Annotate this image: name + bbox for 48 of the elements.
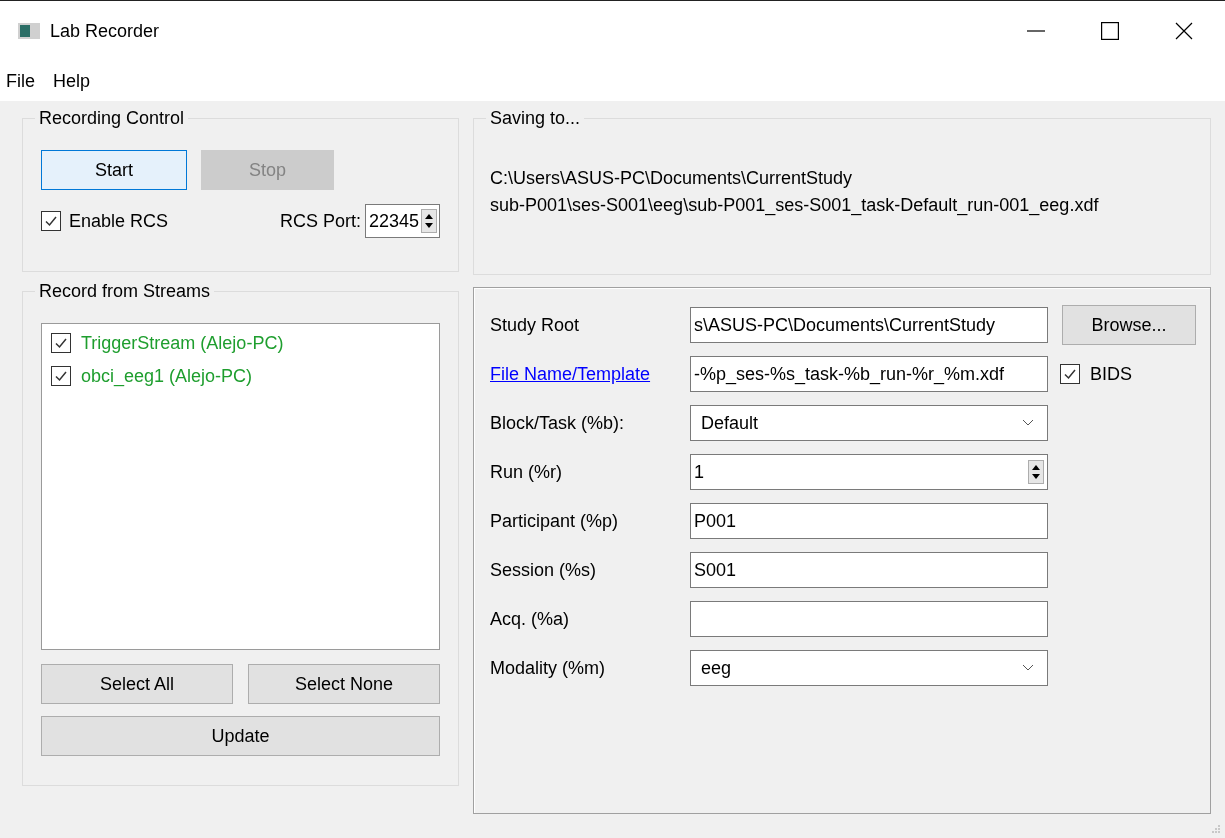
field-label: Session (%s) bbox=[490, 559, 597, 580]
save-path: sub-P001\ses-S001\eeg\sub-P001_ses-S001_task-Default_run-001_eeg.xdf bbox=[490, 194, 1100, 218]
template-link[interactable]: File Name/Template bbox=[490, 363, 651, 384]
checkmark-icon bbox=[1063, 367, 1077, 381]
field-label: Acq. (%a) bbox=[490, 608, 570, 629]
menu-item[interactable]: Help bbox=[53, 67, 91, 95]
field-label: Participant (%p) bbox=[490, 510, 619, 531]
select-button[interactable]: Select None bbox=[248, 664, 440, 704]
stream-label[interactable]: obci_eeg1 (Alejo-PC) bbox=[81, 366, 253, 386]
field-label: Study Root bbox=[490, 314, 580, 335]
update-button[interactable]: Update bbox=[41, 716, 440, 756]
spinbox[interactable]: 1 bbox=[690, 454, 1048, 490]
input-field[interactable]: s\ASUS-PC\Documents\CurrentStudy bbox=[690, 307, 1048, 343]
dropdown[interactable]: Default bbox=[690, 405, 1048, 441]
spin-arrows-icon[interactable] bbox=[1028, 460, 1044, 484]
field-label: Modality (%m) bbox=[490, 657, 605, 678]
port-label: RCS Port: bbox=[279, 209, 361, 233]
checkbox[interactable] bbox=[51, 366, 71, 386]
spin-arrows-icon[interactable] bbox=[421, 209, 437, 233]
input-field[interactable]: P001 bbox=[690, 503, 1048, 539]
start-button[interactable]: Start bbox=[41, 150, 187, 190]
window-title: Lab Recorder bbox=[50, 19, 160, 43]
checkbox[interactable] bbox=[41, 211, 61, 231]
maximize-icon[interactable] bbox=[1101, 22, 1119, 40]
input-field[interactable] bbox=[690, 601, 1048, 637]
input-field[interactable]: -%p_ses-%s_task-%b_run-%r_%m.xdf bbox=[690, 356, 1048, 392]
checkmark-icon bbox=[54, 336, 68, 350]
port-spinbox[interactable]: 22345 bbox=[364, 204, 440, 238]
checkbox-label: Enable RCS bbox=[69, 209, 169, 233]
checkbox[interactable] bbox=[1060, 364, 1080, 384]
resize-grip-icon[interactable] bbox=[1211, 824, 1221, 834]
select-button[interactable]: Select All bbox=[41, 664, 233, 704]
field-label: Block/Task (%b): bbox=[490, 412, 625, 433]
browse-button[interactable]: Browse... bbox=[1062, 305, 1196, 345]
close-icon[interactable] bbox=[1175, 22, 1193, 40]
chevron-down-icon bbox=[1022, 419, 1034, 427]
input-field[interactable]: S001 bbox=[690, 552, 1048, 588]
checkbox[interactable] bbox=[51, 333, 71, 353]
checkmark-icon bbox=[54, 369, 68, 383]
dropdown[interactable]: eeg bbox=[690, 650, 1048, 686]
menu-item[interactable]: File bbox=[6, 67, 35, 95]
field-label: Run (%r) bbox=[490, 461, 562, 482]
stream-label[interactable]: TriggerStream (Alejo-PC) bbox=[81, 333, 284, 353]
save-path: C:\Users\ASUS-PC\Documents\CurrentStudy bbox=[490, 167, 854, 190]
checkbox-label: BIDS bbox=[1090, 362, 1132, 386]
checkmark-icon bbox=[44, 214, 58, 228]
app-icon bbox=[18, 23, 40, 39]
chevron-down-icon bbox=[1022, 664, 1034, 672]
